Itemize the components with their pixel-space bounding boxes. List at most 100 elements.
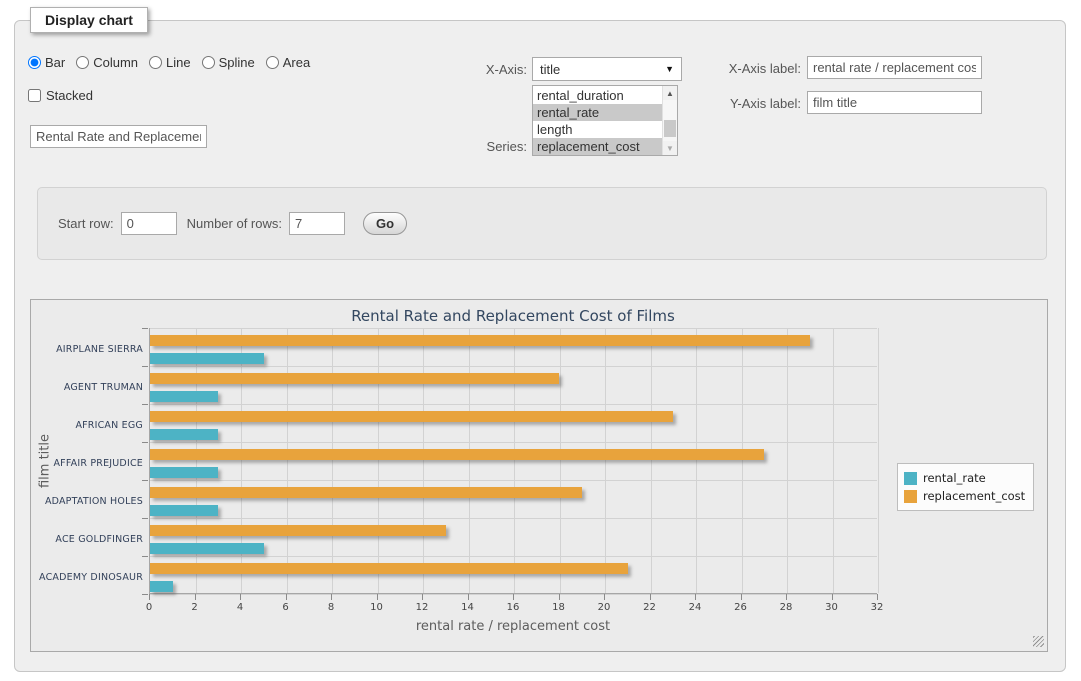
x-tick-label: 16 [507,602,520,613]
gridline [742,328,743,593]
chevron-down-icon: ▼ [665,64,674,74]
x-tick-label: 14 [461,602,474,613]
num-rows-label: Number of rows: [187,216,282,231]
x-tick [650,594,651,600]
chart-type-radio-column[interactable] [76,56,89,69]
series-listbox: rental_durationrental_ratelengthreplacem… [532,85,678,156]
y-axis-label-label: Y-Axis label: [712,96,801,111]
chart-type-option-spline[interactable]: Spline [202,55,255,70]
x-tick-label: 26 [734,602,747,613]
x-tick-label: 2 [191,602,197,613]
chart-legend: rental_ratereplacement_cost [897,463,1034,511]
x-tick [468,594,469,600]
chart-widget: Rental Rate and Replacement Cost of Film… [30,299,1048,652]
x-tick [695,594,696,600]
stacked-checkbox[interactable] [28,89,41,102]
x-tick-label: 32 [871,602,884,613]
go-button[interactable]: Go [363,212,407,235]
x-tick [604,594,605,600]
gridline [469,328,470,593]
bar-rental_rate [150,505,218,516]
x-tick [877,594,878,600]
gridline [833,328,834,593]
y-tick [142,594,148,595]
series-option-rental_duration[interactable]: rental_duration [533,87,662,104]
x-tick-label: 22 [643,602,656,613]
legend-item-replacement_cost: replacement_cost [904,487,1025,505]
category-label: AFRICAN EGG [33,420,143,431]
x-axis-select[interactable]: title ▼ [532,57,682,81]
x-axis-label-input[interactable] [807,56,982,79]
series-option-length[interactable]: length [533,121,662,138]
y-tick [142,404,148,405]
chart-type-option-column[interactable]: Column [76,55,138,70]
bar-rental_rate [150,353,264,364]
series-scrollbar[interactable]: ▲ ▼ [662,86,677,155]
x-tick-label: 20 [598,602,611,613]
x-axis-label-label: X-Axis label: [712,61,801,76]
chart-type-option-bar[interactable]: Bar [28,55,65,70]
rows-panel-row: Start row: Number of rows: Go [58,212,407,235]
chart-type-option-area[interactable]: Area [266,55,310,70]
x-tick-label: 18 [552,602,565,613]
x-tick-label: 6 [282,602,288,613]
scroll-up-icon[interactable]: ▲ [663,86,677,100]
gridline [878,328,879,593]
chart-type-text-spline: Spline [219,55,255,70]
series-select-label: Series: [430,139,527,154]
chart-title-input[interactable] [30,125,207,148]
stacked-option[interactable]: Stacked [28,88,93,103]
gridline [150,442,877,443]
start-row-input[interactable] [121,212,177,235]
x-tick [286,594,287,600]
y-tick [142,366,148,367]
y-tick [142,442,148,443]
category-label: AIRPLANE SIERRA [33,344,143,355]
bar-replacement_cost [150,411,673,422]
x-tick [195,594,196,600]
y-tick [142,518,148,519]
scroll-down-icon[interactable]: ▼ [663,141,677,155]
gridline [560,328,561,593]
num-rows-input[interactable] [289,212,345,235]
gridline [696,328,697,593]
chart-type-radio-area[interactable] [266,56,279,69]
resize-handle-icon[interactable] [1033,636,1044,647]
gridline [423,328,424,593]
rows-panel: Start row: Number of rows: Go [37,187,1047,260]
scrollbar-thumb[interactable] [664,120,676,137]
gridline [150,480,877,481]
gridline [150,328,877,329]
gridline [287,328,288,593]
fieldset-legend: Display chart [30,7,148,33]
gridline [514,328,515,593]
chart-type-radio-spline[interactable] [202,56,215,69]
series-option-rental_rate[interactable]: rental_rate [533,104,662,121]
gridline [150,366,877,367]
x-tick [240,594,241,600]
series-option-replacement_cost[interactable]: replacement_cost [533,138,662,155]
x-tick-label: 30 [825,602,838,613]
bar-replacement_cost [150,525,446,536]
chart-type-radio-bar[interactable] [28,56,41,69]
x-axis-selected-value: title [540,62,560,77]
legend-swatch-icon [904,490,917,503]
bar-replacement_cost [150,335,810,346]
bar-rental_rate [150,429,218,440]
chart-type-radio-line[interactable] [149,56,162,69]
x-tick [149,594,150,600]
chart-type-option-line[interactable]: Line [149,55,191,70]
bar-replacement_cost [150,563,628,574]
series-list: rental_durationrental_ratelengthreplacem… [533,86,662,155]
x-tick [832,594,833,600]
gridline [150,556,877,557]
x-tick [377,594,378,600]
chart-type-text-bar: Bar [45,55,65,70]
x-tick-label: 0 [146,602,152,613]
chart-type-text-area: Area [283,55,310,70]
legend-label: replacement_cost [923,489,1025,503]
y-tick [142,556,148,557]
start-row-label: Start row: [58,216,114,231]
bar-replacement_cost [150,373,559,384]
y-axis-label-input[interactable] [807,91,982,114]
